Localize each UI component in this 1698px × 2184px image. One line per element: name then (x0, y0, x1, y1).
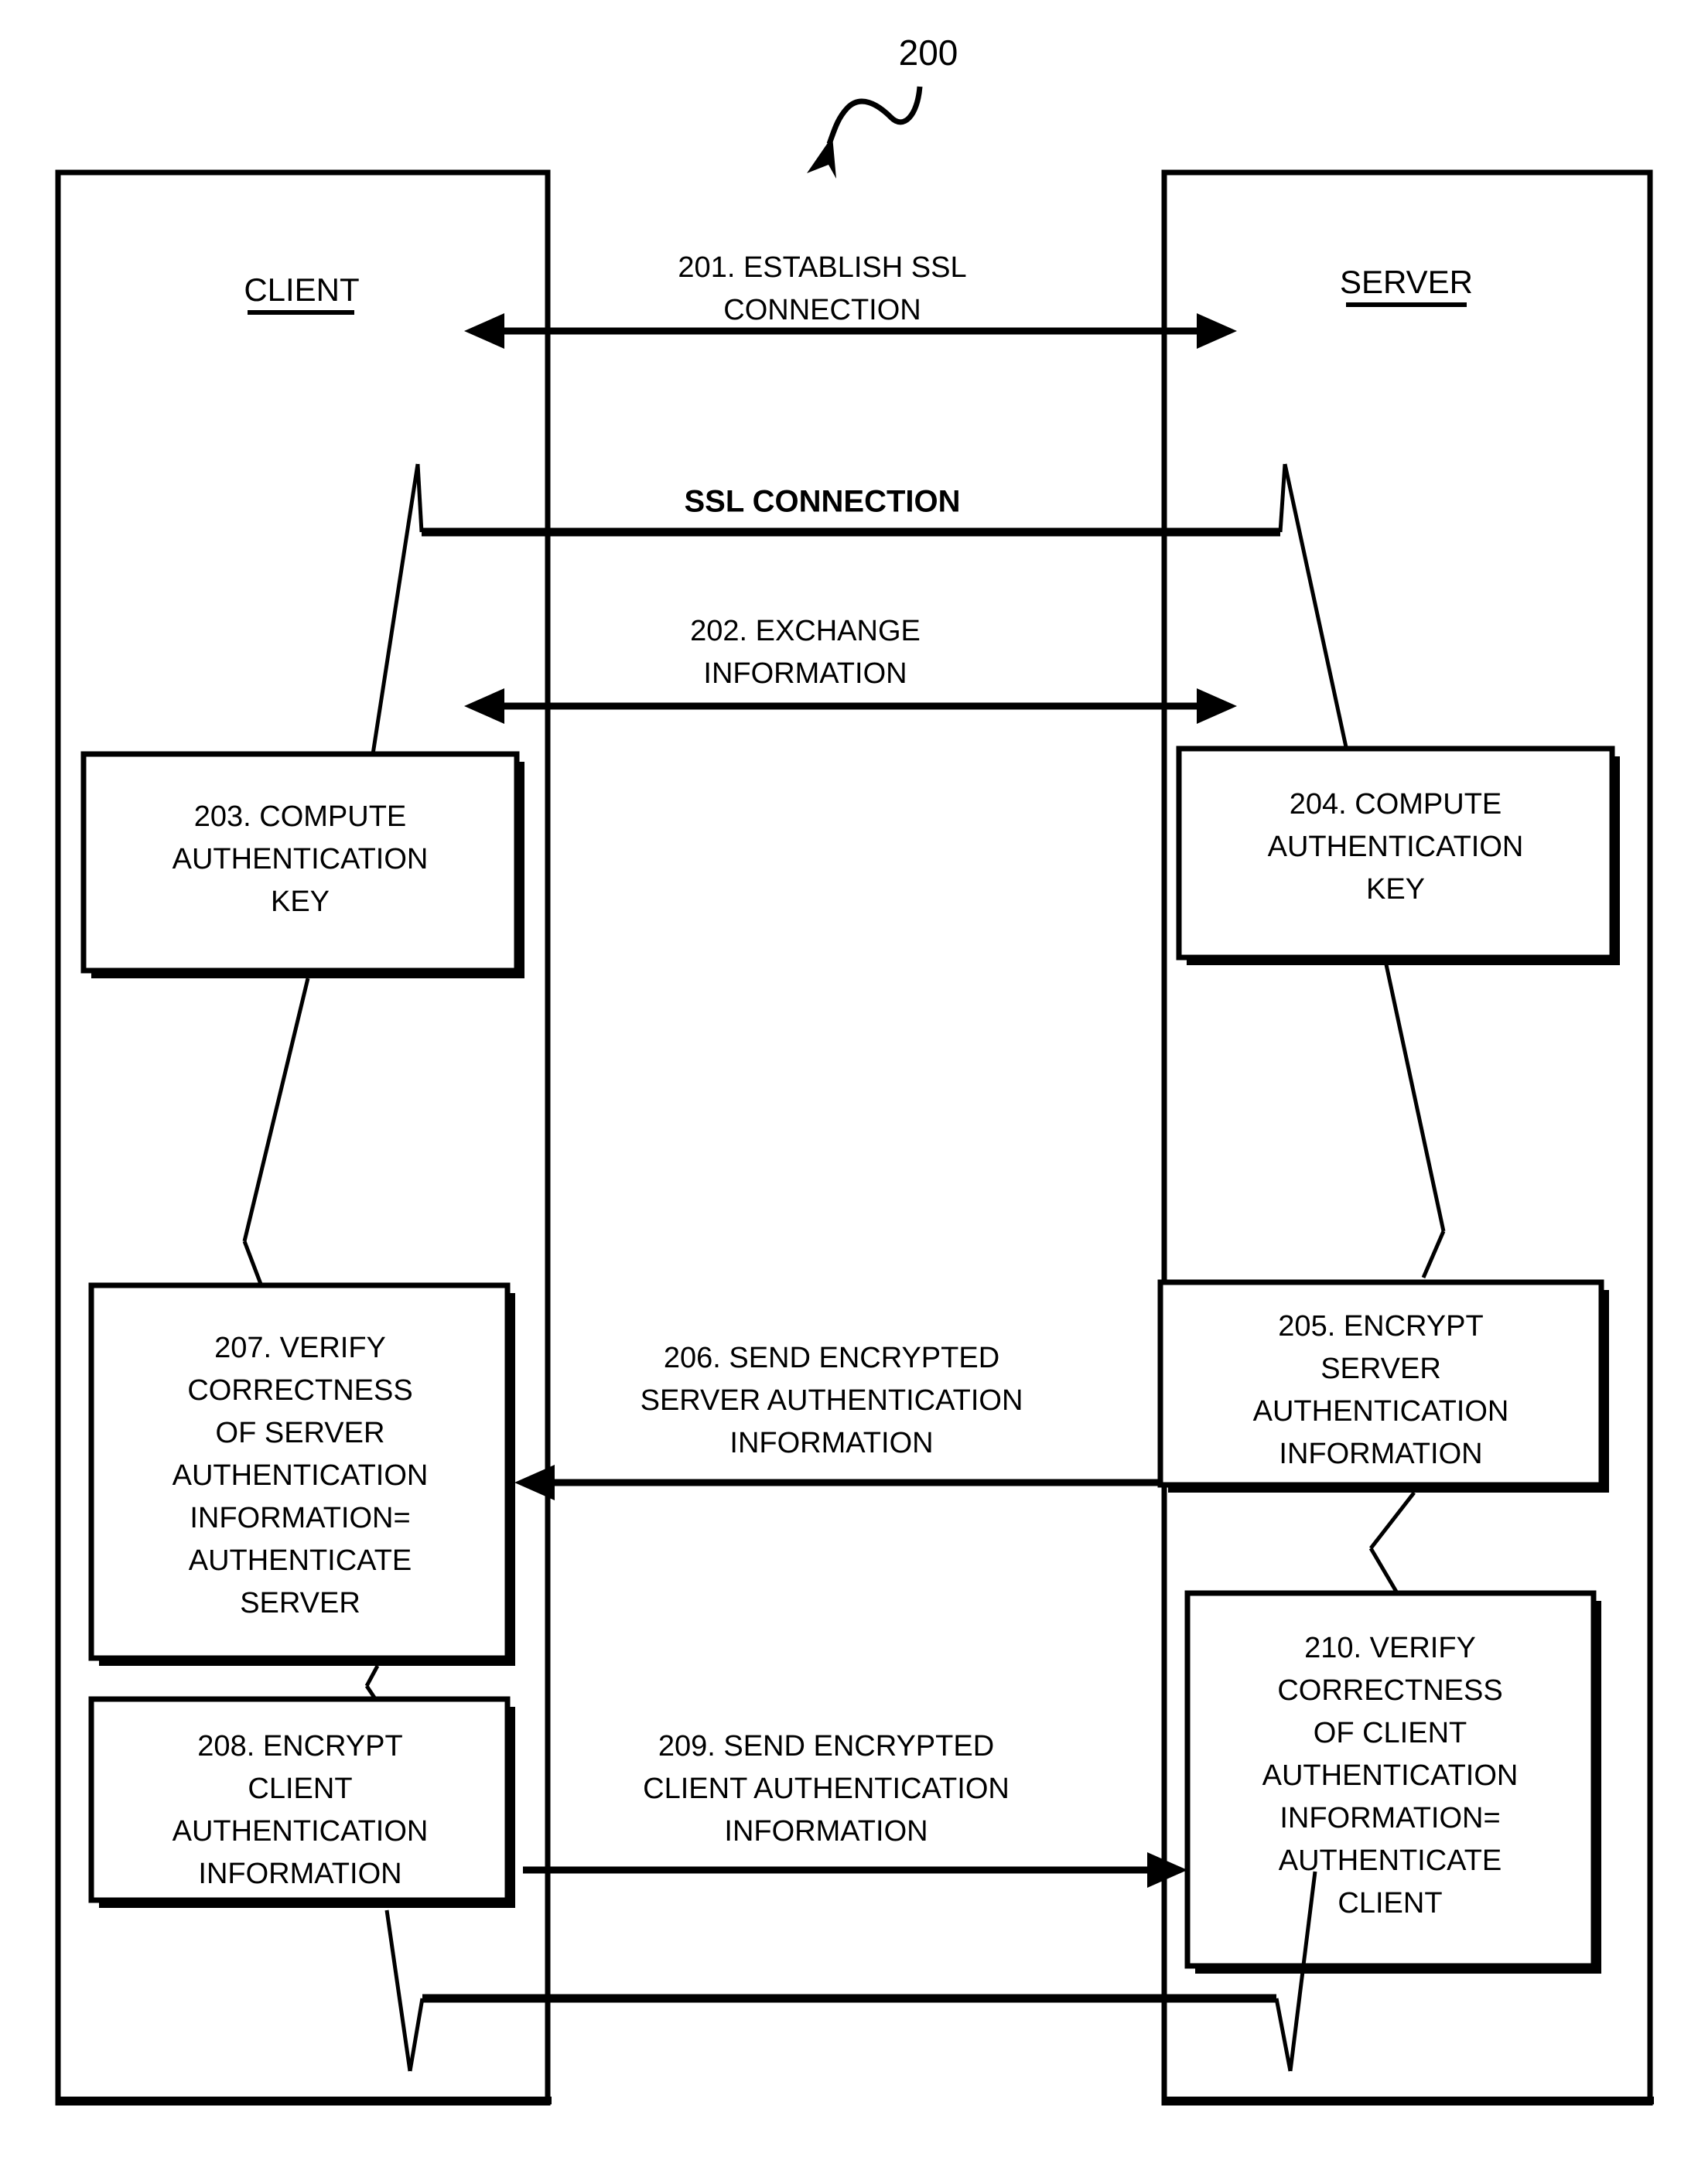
step-box-210-line-5: INFORMATION= (1279, 1802, 1500, 1834)
step-box-203-line-1: 203. COMPUTE (194, 800, 407, 833)
message-206-line-1: 206. SEND ENCRYPTED (664, 1342, 999, 1374)
leader-204-to-205 (1382, 957, 1446, 1278)
step-box-205-line-4: INFORMATION (1279, 1438, 1482, 1470)
step-box-203-line-3: KEY (271, 886, 330, 918)
figure-canvas: 200 CLIENT SERVER 201. ESTABLISH SSL CON… (0, 0, 1698, 2184)
squiggle-arrowhead (807, 136, 836, 179)
step-box-207-line-5: INFORMATION= (190, 1502, 410, 1534)
message-209-line-2: CLIENT AUTHENTICATION (643, 1773, 1010, 1805)
ssl-connection-label: SSL CONNECTION (684, 485, 960, 519)
message-209-line-1: 209. SEND ENCRYPTED (658, 1730, 994, 1763)
message-202-left-arrowhead (464, 688, 504, 724)
message-209-arrowhead (1147, 1852, 1187, 1888)
step-box-204-line-2: AUTHENTICATION (1268, 831, 1524, 863)
step-box-204: 204. COMPUTE AUTHENTICATION KEY (1176, 746, 1620, 965)
message-202-line-1: 202. EXCHANGE (690, 615, 921, 647)
bottom-client-leader-down (384, 1909, 412, 2072)
ssl-right-leader-down (1283, 463, 1348, 748)
step-box-205: 205. ENCRYPT SERVER AUTHENTICATION INFOR… (1157, 1279, 1609, 1493)
figure-reference-number: 200 (899, 32, 958, 73)
step-box-210-line-6: AUTHENTICATE (1279, 1844, 1502, 1877)
client-title-group: CLIENT (244, 271, 360, 315)
step-box-208-line-2: CLIENT (248, 1773, 352, 1805)
bottom-connector (384, 1871, 1317, 2072)
leader-207-down (364, 1664, 380, 1687)
bottom-server-leader-down (1274, 1998, 1293, 2072)
message-206: 206. SEND ENCRYPTED SERVER AUTHENTICATIO… (514, 1342, 1160, 1500)
step-box-205-line-2: SERVER (1320, 1353, 1441, 1385)
leader-204-down (1382, 957, 1446, 1232)
leader-205-up (1421, 1230, 1446, 1278)
step-box-208-line-3: AUTHENTICATION (173, 1815, 429, 1848)
step-box-204-line-1: 204. COMPUTE (1290, 788, 1502, 821)
message-201-line-1: 201. ESTABLISH SSL (678, 251, 966, 284)
step-box-204-line-3: KEY (1366, 873, 1425, 906)
step-box-203: 203. COMPUTE AUTHENTICATION KEY (80, 751, 524, 978)
step-box-207-line-4: AUTHENTICATION (173, 1459, 429, 1492)
step-box-205-line-3: AUTHENTICATION (1253, 1395, 1509, 1428)
step-box-203-line-2: AUTHENTICATION (173, 843, 429, 875)
message-202-right-arrowhead (1197, 688, 1237, 724)
message-209-line-3: INFORMATION (724, 1815, 928, 1848)
ssl-left-peak-up (415, 463, 424, 533)
message-206-line-3: INFORMATION (729, 1427, 933, 1459)
client-title: CLIENT (244, 271, 359, 308)
ssl-right-peak-up (1278, 463, 1287, 533)
step-box-210-line-1: 210. VERIFY (1304, 1632, 1476, 1664)
server-title-group: SERVER (1340, 264, 1473, 307)
leader-203-to-207 (242, 978, 310, 1291)
message-206-arrowhead (514, 1465, 555, 1500)
message-206-line-2: SERVER AUTHENTICATION (641, 1384, 1023, 1417)
figure-reference-callout: 200 (807, 32, 958, 179)
step-box-208-line-1: 208. ENCRYPT (197, 1730, 402, 1763)
step-box-210-line-2: CORRECTNESS (1277, 1674, 1502, 1707)
squiggle-leader-line (826, 86, 923, 145)
message-209: 209. SEND ENCRYPTED CLIENT AUTHENTICATIO… (523, 1730, 1187, 1888)
step-box-205-line-1: 205. ENCRYPT (1278, 1310, 1483, 1343)
ssl-left-leader-down (369, 463, 420, 765)
step-box-207-line-2: CORRECTNESS (187, 1374, 412, 1407)
leader-205-to-210 (1368, 1491, 1416, 1593)
step-box-210-line-3: OF CLIENT (1314, 1717, 1467, 1749)
message-201-line-2: CONNECTION (723, 294, 921, 326)
message-201-left-arrowhead (464, 313, 504, 349)
step-box-207: 207. VERIFY CORRECTNESS OF SERVER AUTHEN… (88, 1282, 515, 1666)
step-box-207-line-1: 207. VERIFY (214, 1332, 386, 1364)
message-202-line-2: INFORMATION (703, 657, 907, 690)
step-box-207-line-3: OF SERVER (216, 1417, 385, 1449)
step-box-208-line-4: INFORMATION (198, 1858, 401, 1890)
message-202: 202. EXCHANGE INFORMATION (464, 615, 1237, 724)
message-201: 201. ESTABLISH SSL CONNECTION (464, 251, 1237, 349)
sequence-diagram: 200 CLIENT SERVER 201. ESTABLISH SSL CON… (55, 32, 1654, 2106)
step-box-210: 210. VERIFY CORRECTNESS OF CLIENT AUTHEN… (1184, 1590, 1601, 1974)
server-title: SERVER (1340, 264, 1473, 300)
step-box-210-line-7: CLIENT (1338, 1887, 1442, 1920)
step-box-210-line-4: AUTHENTICATION (1262, 1759, 1519, 1792)
leader-205-down (1369, 1491, 1416, 1550)
bottom-client-leader-up (408, 1998, 425, 2072)
leader-210-up (1368, 1547, 1399, 1593)
step-box-208: 208. ENCRYPT CLIENT AUTHENTICATION INFOR… (88, 1696, 515, 1908)
message-201-right-arrowhead (1197, 313, 1237, 349)
leader-203-down (242, 978, 310, 1242)
step-box-207-line-7: SERVER (240, 1587, 360, 1619)
step-box-207-line-6: AUTHENTICATE (189, 1544, 412, 1577)
